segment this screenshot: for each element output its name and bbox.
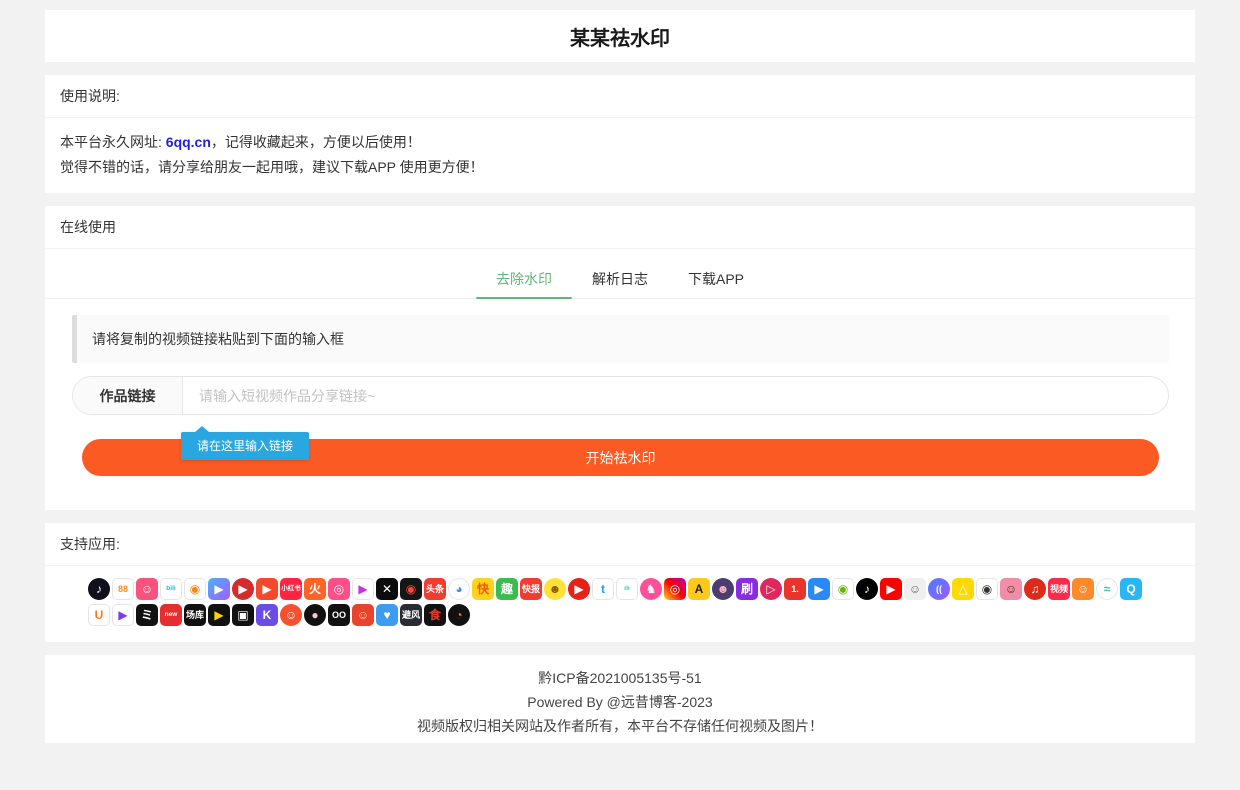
video-link-input[interactable]	[183, 377, 1168, 414]
paste-hint-alert: 请将复制的视频链接粘贴到下面的输入框	[72, 315, 1169, 363]
lollipop-face-icon: ☺	[280, 604, 302, 626]
tab-remove-watermark[interactable]: 去除水印	[476, 259, 572, 298]
footer-powered-by-line: Powered By @远昔博客-2023	[55, 690, 1185, 714]
huoshan-icon: 火	[304, 578, 326, 600]
twitter-icon: t	[592, 578, 614, 600]
tencent-news-icon: ◕	[448, 578, 470, 600]
instructions-line1-prefix: 本平台永久网址:	[60, 134, 166, 150]
shuabao-icon: 刷	[736, 578, 758, 600]
site-url-link[interactable]: 6qq.cn	[166, 134, 211, 150]
tab-bar: 去除水印 解析日志 下载APP	[45, 259, 1195, 299]
kuaibao-icon: 快报	[520, 578, 542, 600]
netease-music-icon: ♫	[1024, 578, 1046, 600]
instructions-line-1: 本平台永久网址: 6qq.cn，记得收藏起来，方便以后使用！	[60, 130, 1180, 155]
input-link-tooltip: 请在这里输入链接	[181, 432, 309, 460]
kuaishou-icon: 快	[472, 578, 494, 600]
lofter-icon: ●	[304, 604, 326, 626]
yingke-icon: ◎	[328, 578, 350, 600]
red-square-play-icon: ▶	[256, 578, 278, 600]
changku-icon: 场库	[184, 604, 206, 626]
teal-bird-icon: ≈	[1096, 578, 1118, 600]
pink-horse-icon: ♞	[640, 578, 662, 600]
weishi-icon: ▶	[208, 578, 230, 600]
instructions-card: 使用说明: 本平台永久网址: 6qq.cn，记得收藏起来，方便以后使用！ 觉得不…	[45, 75, 1195, 193]
footer-copyright-line: 视频版权归相关网站及作者所有，本平台不存储任何视频及图片！	[55, 714, 1185, 738]
yidianzixun-icon: 1.	[784, 578, 806, 600]
app-icons-row-1: ♪88☺bili◉▶▶▶小红书火◎▶✕◉头条◕快趣快报☻▶tılı♞◎A☻刷▷1…	[88, 578, 1168, 600]
footer-card: 黔ICP备2021005135号-51 Powered By @远昔博客-202…	[45, 655, 1195, 743]
instructions-line1-suffix: ，记得收藏起来，方便以后使用！	[211, 134, 421, 150]
jianying-icon: ✕	[376, 578, 398, 600]
supported-apps-body: ♪88☺bili◉▶▶▶小红书火◎▶✕◉头条◕快趣快报☻▶tılı♞◎A☻刷▷1…	[45, 566, 1195, 642]
emoji-face-icon: ☻	[544, 578, 566, 600]
bilibili-icon: bili	[160, 578, 182, 600]
button-row: 请在这里输入链接 开始祛水印	[82, 439, 1159, 476]
monkey-icon: ☺	[352, 604, 374, 626]
lvzhou-icon: ◉	[832, 578, 854, 600]
ring-play-icon: ▷	[760, 578, 782, 600]
lishipin-icon: △	[952, 578, 974, 600]
orange-face-icon: ☺	[1072, 578, 1094, 600]
toutiao-icon: 头条	[424, 578, 446, 600]
weibo-icon: ◉	[184, 578, 206, 600]
tab-download-app[interactable]: 下载APP	[668, 259, 764, 298]
app-88-icon: 88	[112, 578, 134, 600]
instructions-heading: 使用说明:	[45, 75, 1195, 118]
shi-icon: 食	[424, 604, 446, 626]
shipinhao-icon: 视频	[1048, 578, 1070, 600]
link-input-label: 作品链接	[73, 377, 183, 414]
purple-play-icon: ▶	[112, 604, 134, 626]
heart-blue-icon: ♥	[376, 604, 398, 626]
soul-icon: ((	[928, 578, 950, 600]
tab-parse-log[interactable]: 解析日志	[572, 259, 668, 298]
black-camera-icon: ▣	[232, 604, 254, 626]
zuiyou-icon: ☺	[904, 578, 926, 600]
page-wrapper: 某某祛水印 使用说明: 本平台永久网址: 6qq.cn，记得收藏起来，方便以后使…	[0, 0, 1240, 743]
blue-play-icon: ▶	[808, 578, 830, 600]
dark-face-icon: ☻	[712, 578, 734, 600]
supported-apps-heading: 支持应用:	[45, 523, 1195, 566]
oo-face-icon: OO	[328, 604, 350, 626]
app-icons-row-2: U▶ミnew场库▶▣K☺●OO☺♥避风食◔	[88, 604, 1168, 626]
douyin-2-icon: ♪	[856, 578, 878, 600]
title-card: 某某祛水印	[45, 10, 1195, 62]
instructions-body: 本平台永久网址: 6qq.cn，记得收藏起来，方便以后使用！ 觉得不错的话，请分…	[45, 118, 1195, 193]
xiaohongshu-icon: 小红书	[280, 578, 302, 600]
yinlang-icon: ılı	[616, 578, 638, 600]
footer-icp-line: 黔ICP备2021005135号-51	[55, 666, 1185, 690]
red-circle-play-icon: ▶	[232, 578, 254, 600]
youtube-icon: ▶	[880, 578, 902, 600]
page-title: 某某祛水印	[570, 22, 670, 51]
uc-icon: U	[88, 604, 110, 626]
app-k-icon: K	[256, 604, 278, 626]
yellow-play-icon: ▶	[208, 604, 230, 626]
magenta-play-icon: ▶	[352, 578, 374, 600]
qutoutiao-icon: 趣	[496, 578, 518, 600]
instagram-icon: ◎	[664, 578, 686, 600]
pipi-funny-icon: ☺	[1000, 578, 1022, 600]
link-input-group: 作品链接	[72, 376, 1169, 415]
supported-apps-card: 支持应用: ♪88☺bili◉▶▶▶小红书火◎▶✕◉头条◕快趣快报☻▶tılı♞…	[45, 523, 1195, 642]
pipixia-icon: ☺	[136, 578, 158, 600]
orange-ring-icon: ◔	[448, 604, 470, 626]
douyin-icon: ♪	[88, 578, 110, 600]
instructions-line-2: 觉得不错的话，请分享给朋友一起用哦，建议下载APP 使用更方便！	[60, 155, 1180, 180]
app-a-icon: A	[688, 578, 710, 600]
online-use-heading: 在线使用	[45, 206, 1195, 249]
vue-icon: ミ	[136, 604, 158, 626]
bifeng-icon: 避风	[400, 604, 422, 626]
big-red-play-icon: ▶	[568, 578, 590, 600]
online-use-card: 在线使用 去除水印 解析日志 下载APP 请将复制的视频链接粘贴到下面的输入框 …	[45, 206, 1195, 510]
kaiyan-icon: ◉	[976, 578, 998, 600]
new-pianchang-icon: new	[160, 604, 182, 626]
kaipai-icon: ◉	[400, 578, 422, 600]
penguin-icon: Q	[1120, 578, 1142, 600]
